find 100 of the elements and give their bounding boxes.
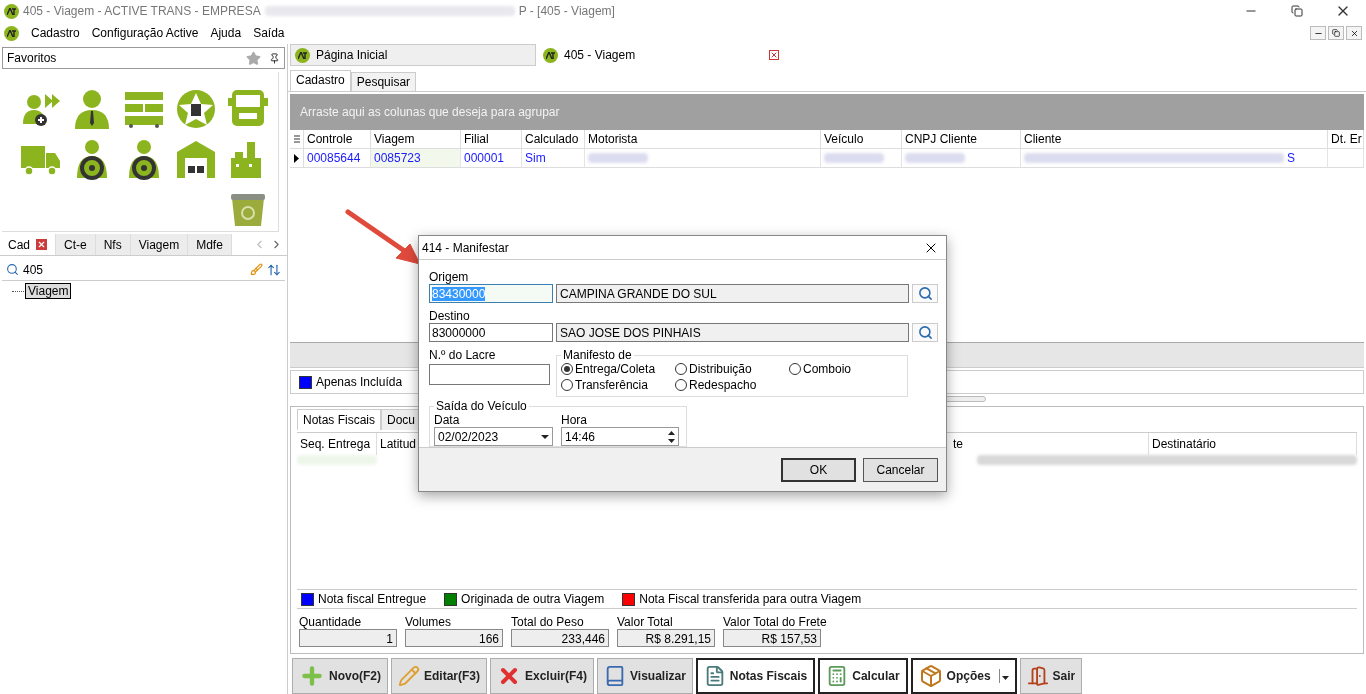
search-button[interactable] xyxy=(912,323,938,342)
field-label: Origem xyxy=(429,270,470,284)
tree-item[interactable]: Viagem xyxy=(25,283,72,299)
table-cell: 0085723 xyxy=(371,149,461,168)
total-label: Valor Total do Frete xyxy=(723,615,827,629)
group-title: Saída do Veículo xyxy=(435,399,528,413)
blurred-text xyxy=(824,153,884,163)
menu-item[interactable]: Cadastro xyxy=(31,26,80,40)
dialog-title: 414 - Manifestar xyxy=(422,240,509,255)
menu-item[interactable]: Configuração Active xyxy=(91,26,199,40)
field-label: Data xyxy=(434,413,461,427)
app-logo-icon xyxy=(543,47,558,63)
tab-label: Ct-e xyxy=(64,237,87,252)
sidebar-tab[interactable]: Ct-e xyxy=(56,234,96,255)
favorites-label: Favoritos xyxy=(7,51,58,65)
date-field[interactable]: 02/02/2023 xyxy=(434,427,553,446)
tab[interactable]: Notas Fiscais xyxy=(297,409,382,430)
spinner-icon[interactable] xyxy=(668,430,675,443)
caret-icon xyxy=(541,434,549,439)
document-tab[interactable]: Página Inicial xyxy=(290,44,536,66)
tab-label: Nfs xyxy=(103,237,122,252)
menu-item[interactable]: Saída xyxy=(253,26,285,40)
search-value: 405 xyxy=(23,262,45,277)
warehouse-icon[interactable] xyxy=(175,138,217,180)
group-title: Manifesto de xyxy=(562,348,633,362)
tab[interactable]: Cadastro xyxy=(290,70,351,91)
dialog-button[interactable]: OK xyxy=(781,457,856,482)
table-cell: 00085644 xyxy=(304,149,371,168)
search-field[interactable]: 405 xyxy=(2,259,285,281)
total-label: Total do Peso xyxy=(511,615,584,629)
app-logo-icon xyxy=(4,3,19,19)
legend-label: Originada de outra Viagem xyxy=(461,592,605,606)
star-truck-icon[interactable] xyxy=(175,88,217,130)
favorites-field[interactable]: Favoritos xyxy=(2,47,285,69)
blurred-text xyxy=(588,153,648,163)
filter-label: Apenas Incluída xyxy=(316,375,403,389)
door-icon xyxy=(1026,665,1049,687)
sidebar-tab[interactable]: Viagem xyxy=(130,234,189,255)
box-icon xyxy=(918,664,943,688)
total-value: 1 xyxy=(299,629,397,647)
minimize-button[interactable] xyxy=(1310,26,1326,40)
tab-label: Mdfe xyxy=(196,237,223,252)
radio-option[interactable]: Redespacho xyxy=(675,378,789,392)
search-icon xyxy=(917,286,933,301)
seal-field[interactable] xyxy=(429,364,550,385)
window-title: 405 - Viagem - ACTIVE TRANS - EMPRESA xyxy=(23,4,261,18)
table-cell: S xyxy=(1287,151,1295,165)
toolbar-button[interactable]: Novo(F2) xyxy=(292,658,388,694)
sidebar-tab[interactable]: Mdfe xyxy=(188,234,232,255)
toolbar-button[interactable]: Calcular xyxy=(818,658,908,694)
pin-icon[interactable] xyxy=(269,52,280,64)
column-chooser-icon[interactable] xyxy=(293,134,300,144)
app-logo-icon xyxy=(295,47,310,63)
city-field: SAO JOSE DOS PINHAIS xyxy=(556,323,909,342)
tab[interactable]: Pesquisar xyxy=(350,72,417,91)
code-field[interactable]: 83000000 xyxy=(429,323,553,342)
legend-label: Nota Fiscal transferida para outra Viagem xyxy=(639,592,862,606)
toolbar-button[interactable]: Sair xyxy=(1019,658,1083,694)
search-button[interactable] xyxy=(912,284,938,303)
total-label: Quantidade xyxy=(299,615,362,629)
caret-icon xyxy=(1001,676,1009,680)
table-cell: Sim xyxy=(522,149,585,168)
sort-icon[interactable] xyxy=(267,262,281,277)
star-icon[interactable] xyxy=(246,50,261,66)
tab-label: Página Inicial xyxy=(316,48,388,62)
plus-icon xyxy=(299,663,325,689)
broom-icon[interactable] xyxy=(250,263,263,276)
close-icon xyxy=(1349,28,1359,38)
close-icon[interactable] xyxy=(769,50,779,60)
group-by-area: Arraste aqui as colunas que deseja para agrupar xyxy=(290,94,1364,130)
field-label: N.º do Lacre xyxy=(429,348,497,362)
restore-button[interactable] xyxy=(1328,26,1344,40)
total-value: R$ 8.291,15 xyxy=(617,629,715,647)
restore-icon xyxy=(1291,5,1303,17)
field-label: Hora xyxy=(561,413,588,427)
total-value: R$ 157,53 xyxy=(723,629,821,647)
radio-option[interactable]: Transferência xyxy=(561,378,675,392)
toolbar-button[interactable]: Notas Fiscais xyxy=(695,658,816,694)
toolbar-button[interactable]: Excluir(F4) xyxy=(490,658,595,694)
time-field[interactable]: 14:46 xyxy=(561,427,679,446)
radio-option[interactable]: Entrega/Coleta xyxy=(561,362,675,376)
radio-option[interactable]: Comboio xyxy=(789,362,889,376)
menu-item[interactable]: Ajuda xyxy=(210,26,242,40)
close-button[interactable] xyxy=(1346,26,1362,40)
close-icon[interactable] xyxy=(36,239,47,250)
tab-label: Cad xyxy=(8,237,30,252)
radio-option[interactable]: Distribuição xyxy=(675,362,789,376)
toolbar-button[interactable]: Editar(F3) xyxy=(391,658,487,694)
total-value: 166 xyxy=(405,629,503,647)
search-icon xyxy=(917,325,933,340)
total-label: Valor Total xyxy=(617,615,673,629)
total-value: 233,446 xyxy=(511,629,609,647)
dialog-button[interactable]: Cancelar xyxy=(863,457,938,482)
toolbar-button[interactable]: Opções xyxy=(910,658,1017,694)
tab-label: Viagem xyxy=(138,237,180,252)
legend-label: Nota fiscal Entregue xyxy=(318,592,427,606)
table-cell: 000001 xyxy=(461,149,522,168)
sidebar-tab[interactable]: Nfs xyxy=(95,234,131,255)
toolbar-button[interactable]: Visualizar xyxy=(597,658,693,694)
app-logo-icon xyxy=(4,25,19,41)
